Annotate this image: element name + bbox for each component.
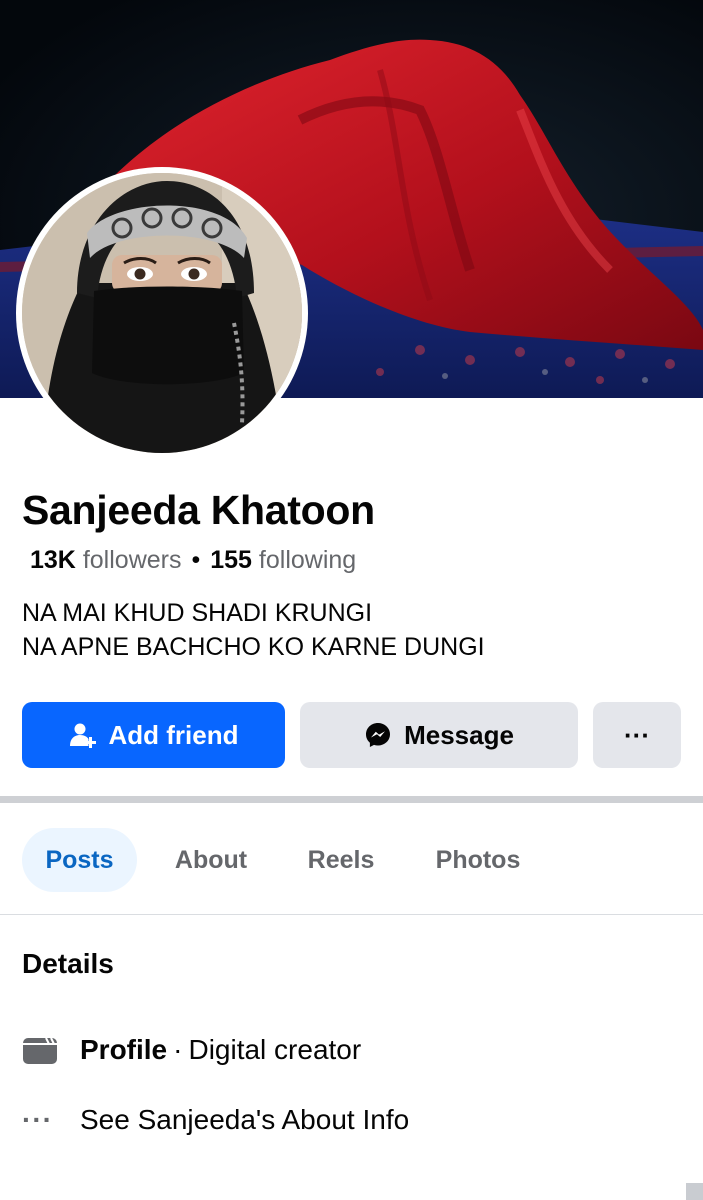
avatar-image [22,173,302,453]
detail-profile-label: Profile [80,1034,168,1065]
following-label[interactable]: following [259,546,356,574]
add-friend-button[interactable]: Add friend [22,702,285,768]
follow-stats: 13K followers • 155 following [30,546,356,575]
more-icon: ··· [624,719,650,750]
detail-separator: · [173,1034,183,1065]
following-count[interactable]: 155 [210,546,252,574]
profile-name: Sanjeeda Khatoon [22,487,375,533]
section-divider [0,796,703,803]
followers-count[interactable]: 13K [30,546,76,574]
followers-label[interactable]: followers [83,546,182,574]
tab-posts[interactable]: Posts [22,828,137,892]
tab-photos[interactable]: Photos [420,828,536,892]
category-icon [22,1035,62,1065]
tabs-divider [0,914,703,915]
add-friend-label: Add friend [108,719,239,750]
messenger-icon [364,721,392,749]
profile-avatar[interactable] [16,167,308,459]
detail-profile-value: Digital creator [188,1034,362,1065]
profile-bio: NA MAI KHUD SHADI KRUNGI NA APNE BACHCHO… [22,596,485,664]
scrollbar-indicator[interactable] [686,1183,703,1200]
add-person-icon [69,721,97,749]
more-dots-glyph: ··· [22,1104,53,1135]
details-heading: Details [22,948,114,979]
bio-line-1: NA MAI KHUD SHADI KRUNGI [22,599,373,627]
profile-page: Sanjeeda Khatoon 13K followers • 155 follo… [0,0,703,1200]
stats-separator: • [191,546,201,574]
more-options-button[interactable]: ··· [593,702,681,768]
tab-about[interactable]: About [160,828,262,892]
tab-reels[interactable]: Reels [292,828,390,892]
message-button[interactable]: Message [300,702,578,768]
more-dots-icon: ··· [22,1104,62,1136]
see-about-info-label: See Sanjeeda's About Info [80,1104,410,1135]
bio-line-2: NA APNE BACHCHO KO KARNE DUNGI [22,633,485,661]
see-about-info-link[interactable]: ··· See Sanjeeda's About Info [22,1100,409,1140]
detail-profile-category: Profile · Digital creator [22,1030,361,1070]
message-label: Message [404,719,514,750]
